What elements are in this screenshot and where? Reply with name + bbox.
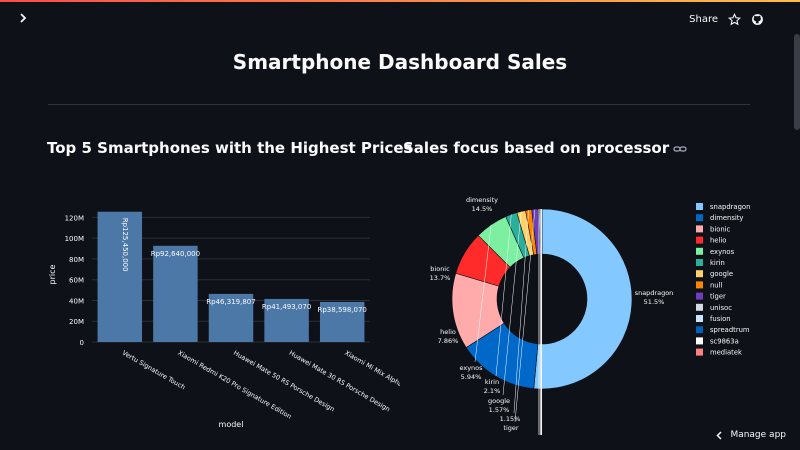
pie-slice-label: dimensity <box>466 196 498 204</box>
legend-swatch <box>696 292 703 300</box>
scrollbar[interactable] <box>794 34 800 130</box>
bar-data-label: Rp92,640,000 <box>151 250 200 258</box>
legend-item: tiger <box>710 293 726 301</box>
legend-item: mediatek <box>710 349 742 357</box>
pie-slice-pct: 2.1% <box>484 387 501 395</box>
bar-data-label: Rp38,598,070 <box>318 306 367 314</box>
x-tick-label: Xiaomi Redmi K20 Pro Signature Edition <box>176 349 292 421</box>
legend-item: fusion <box>710 315 731 323</box>
share-button[interactable]: Share <box>689 14 718 25</box>
pie-slice-label: helio <box>440 328 456 336</box>
legend-swatch <box>696 247 703 255</box>
bar-chart: 020M40M60M80M100M120M Rp125,450,000Vertu … <box>48 211 400 429</box>
legend-swatch <box>696 236 703 244</box>
legend-swatch <box>696 326 703 334</box>
legend-swatch <box>696 303 703 311</box>
pie-slice-label: exynos <box>459 364 483 372</box>
page-title: Smartphone Dashboard Sales <box>232 50 568 74</box>
y-tick-label: 0 <box>80 339 84 347</box>
legend-swatch <box>696 259 703 266</box>
y-tick-label: 60M <box>69 277 84 285</box>
link-icon[interactable] <box>673 140 687 158</box>
pie-slice-pct: 1.57% <box>489 406 510 414</box>
bar-data-label: Rp46,319,807 <box>206 298 255 306</box>
divider <box>48 104 750 105</box>
y-tick-label: 80M <box>69 256 84 264</box>
legend-item: dimensity <box>710 214 743 222</box>
legend-swatch <box>696 337 703 345</box>
pie-slice-label: snapdragon <box>635 289 674 297</box>
legend-item: unisoc <box>710 304 732 312</box>
star-icon[interactable] <box>727 13 742 26</box>
legend-swatch <box>696 281 703 289</box>
bar-data-label: Rp41,493,070 <box>262 303 311 311</box>
bar-data-label: Rp125,450,000 <box>121 218 129 272</box>
bar <box>153 245 198 342</box>
pie-slice-pct: 14.5% <box>472 205 493 213</box>
legend-item: null <box>710 281 723 289</box>
pie-slice-pct: 51.5% <box>644 298 665 306</box>
x-axis-label: model <box>219 420 244 429</box>
pie-slice-label: tiger <box>503 424 518 432</box>
y-axis-label: price <box>48 264 57 284</box>
legend-item: spreadtrum <box>710 326 750 334</box>
pie-chart-title: Sales focus based on processor <box>403 139 687 158</box>
legend-item: snapdragon <box>710 203 750 211</box>
legend-item: sc9863a <box>710 337 739 345</box>
pie-chart: snapdragon51.5%dimensity14.5%bionic13.7%… <box>430 196 750 435</box>
legend-item: helio <box>710 237 726 245</box>
legend-swatch <box>696 348 703 356</box>
bar <box>97 211 143 342</box>
legend-item: bionic <box>710 225 731 233</box>
y-tick-label: 120M <box>65 214 84 222</box>
legend-item: kirin <box>710 259 725 267</box>
pie-slice-label: bionic <box>430 265 450 273</box>
pie-slice-label: kirin <box>485 378 499 386</box>
y-tick-label: 20M <box>69 318 84 326</box>
legend-swatch <box>696 203 703 210</box>
top-decoration-bar <box>0 0 800 2</box>
x-tick-label: Huawei Mate 30 RS Porsche Design <box>288 349 392 414</box>
y-tick-label: 100M <box>65 235 84 243</box>
chevron-left-icon <box>716 430 722 440</box>
legend-swatch <box>696 225 703 233</box>
pie-slice-label: google <box>488 397 510 405</box>
pie-slice-pct: 5.94% <box>461 373 482 381</box>
legend-swatch <box>696 270 703 278</box>
pie-slice-label: 1.15% <box>500 415 521 423</box>
legend-swatch <box>696 315 703 322</box>
legend-swatch <box>696 214 703 222</box>
expand-sidebar-chevron-icon[interactable] <box>18 12 32 28</box>
toolbar: Share <box>689 13 764 26</box>
pie-slice-pct: 7.86% <box>438 337 459 345</box>
y-tick-label: 40M <box>69 297 84 305</box>
github-icon[interactable] <box>751 13 764 26</box>
pie-slice-pct: 13.7% <box>430 274 451 282</box>
x-tick-label: Huawei Mate 50 RS Porsche Design <box>232 349 336 414</box>
bar-chart-title: Top 5 Smartphones with the Highest Price… <box>47 139 413 157</box>
legend-item: google <box>710 270 733 278</box>
manage-app-button[interactable]: Manage app <box>716 430 786 440</box>
legend-item: exynos <box>710 248 735 256</box>
